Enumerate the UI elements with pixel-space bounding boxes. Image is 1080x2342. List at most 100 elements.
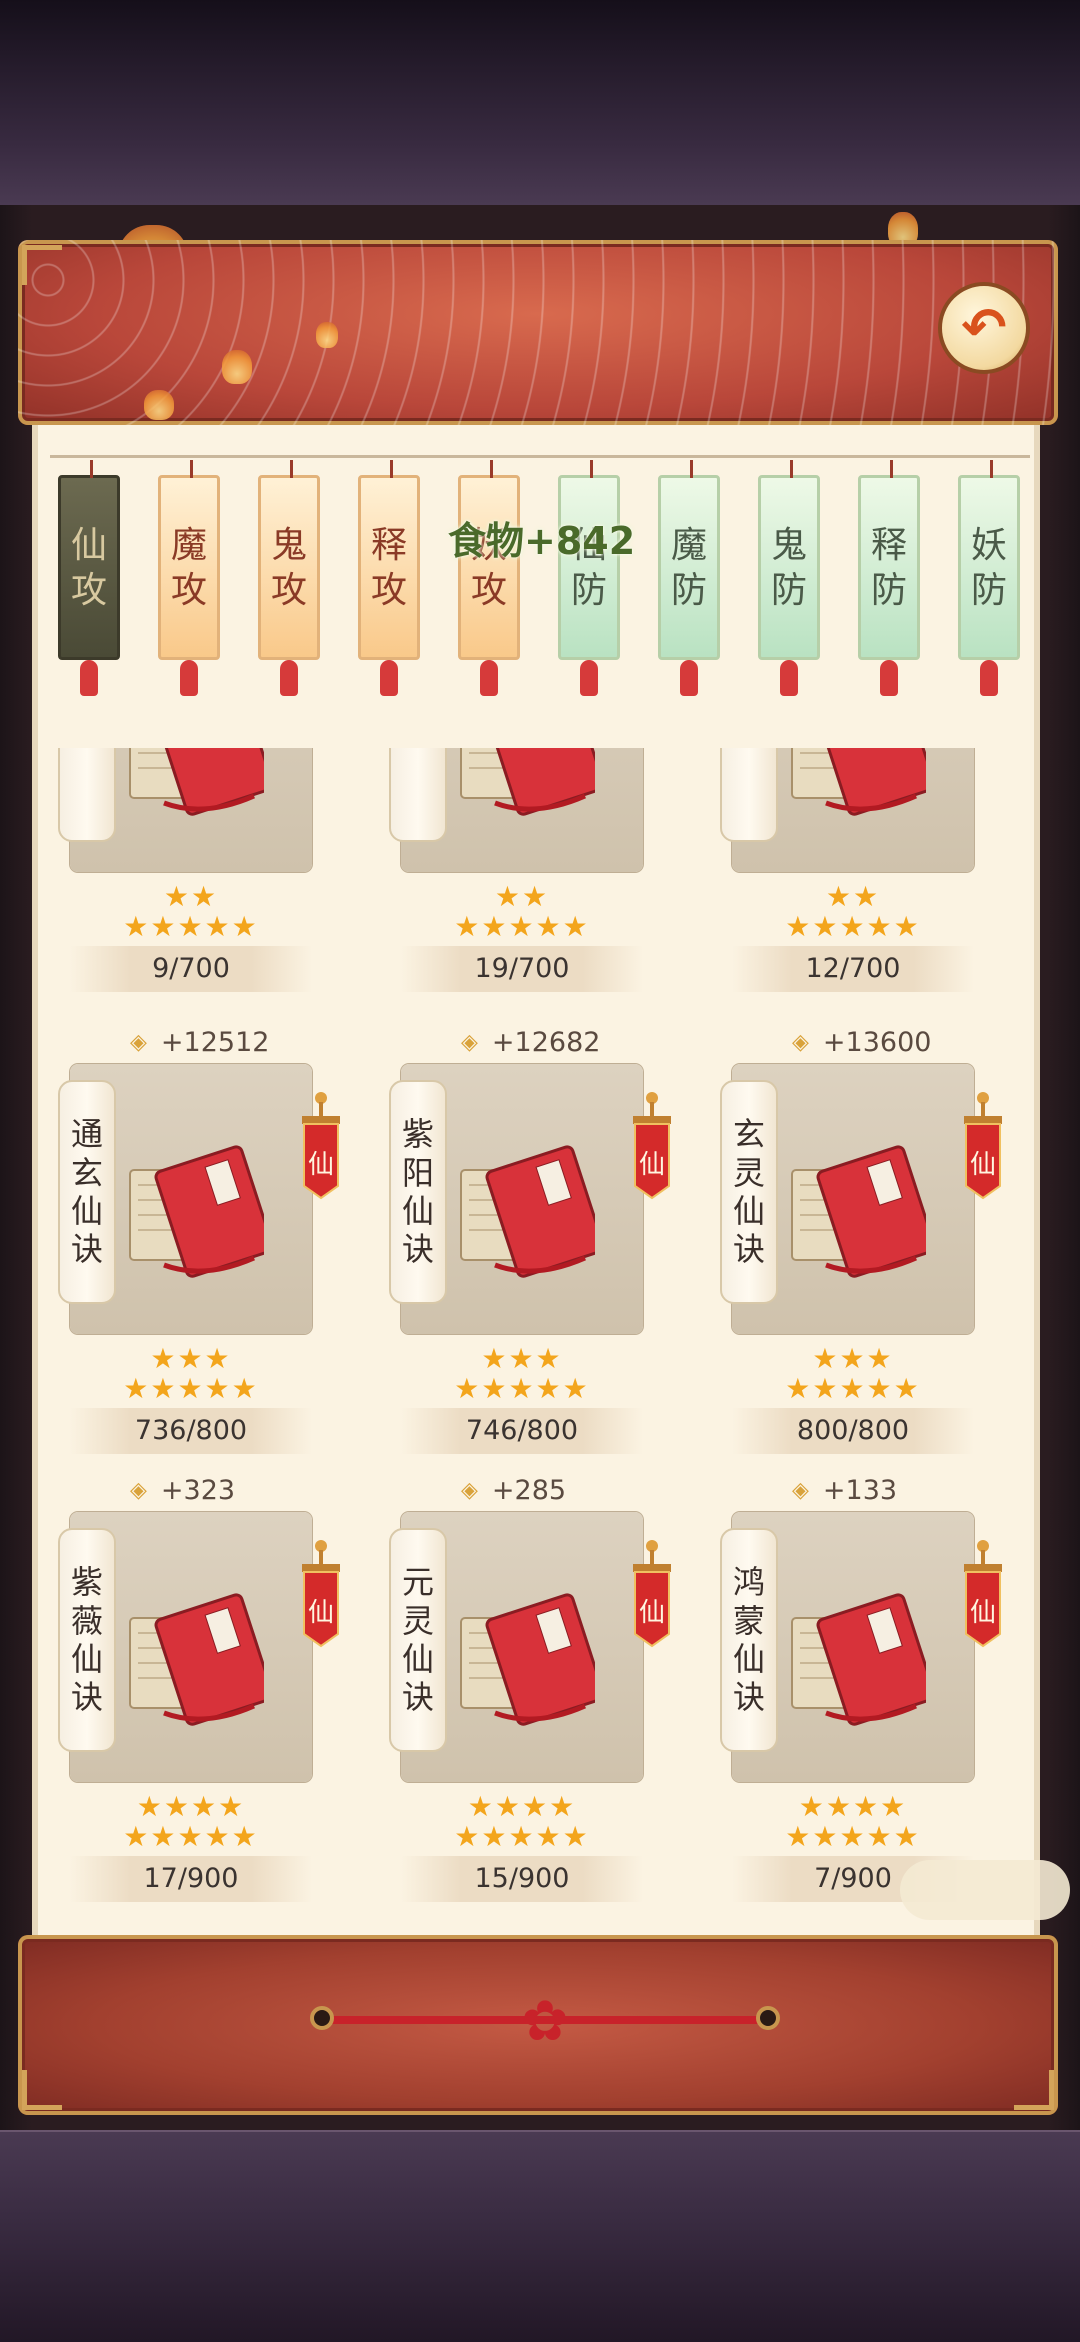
book-name-char: 仙 xyxy=(401,1640,434,1678)
star-rank-top: ★★ xyxy=(825,880,881,913)
book-icon xyxy=(791,748,926,816)
tassel-icon xyxy=(180,660,198,696)
book-name-scroll: 鸿蒙仙诀 xyxy=(720,1528,778,1752)
banner-text: 仙 xyxy=(969,1150,996,1180)
book-card[interactable]: 诀★★★★★★★12/700 xyxy=(712,748,1012,998)
bottom-background xyxy=(0,2130,1080,2342)
star-rank-bottom: ★★★★★ xyxy=(123,1372,259,1405)
star-rank-bottom: ★★★★★ xyxy=(454,910,590,943)
book-name-scroll: 元灵仙诀 xyxy=(389,1528,447,1752)
book-card[interactable]: 诀★★★★★★★9/700 xyxy=(50,748,350,998)
tab-6[interactable]: 魔防 xyxy=(658,460,720,660)
tab-2[interactable]: 鬼攻 xyxy=(258,460,320,660)
tassel-icon xyxy=(880,660,898,696)
book-card[interactable]: ◈ +13600 玄灵仙诀仙 ★★★ ★★★★★ 800/800 xyxy=(712,1020,1012,1460)
tab-5[interactable]: 仙防 xyxy=(558,460,620,660)
tab-label-bottom: 防 xyxy=(570,569,607,611)
tab-0[interactable]: 仙攻 xyxy=(58,460,120,660)
book-card[interactable]: ◈ +133 鸿蒙仙诀仙 ★★★★ ★★★★★ 7/900 xyxy=(712,1468,1012,1908)
book-name-char: 诀 xyxy=(733,748,765,749)
tassel-icon xyxy=(580,660,598,696)
bonus-value: +133 xyxy=(822,1474,898,1506)
banner-text: 仙 xyxy=(969,1598,996,1628)
tab-label-bottom: 攻 xyxy=(470,569,507,611)
bonus-line: ◈ +285 xyxy=(461,1468,566,1512)
book-name-char: 通 xyxy=(70,1115,103,1154)
food-gain-popup: 食物+842 xyxy=(448,519,636,563)
star-rank-bottom: ★★★★★ xyxy=(785,1820,921,1853)
star-rank-top: ★★ xyxy=(163,880,219,913)
diamond-icon: ◈ xyxy=(130,1029,147,1055)
book-grid: 诀★★★★★★★9/700诀★★★★★★★19/700诀★★★★★★★12/70… xyxy=(50,748,1030,1928)
book-name-char: 元 xyxy=(401,1563,434,1602)
star-rank-top: ★★★★ xyxy=(467,1790,577,1823)
star-rank-top: ★★★ xyxy=(481,1342,563,1375)
bonus-line: ◈ +13600 xyxy=(792,1020,931,1064)
book-card[interactable]: ◈ +12512 通玄仙诀仙 ★★★ ★★★★★ 736/800 xyxy=(50,1020,350,1460)
book-card[interactable]: 诀★★★★★★★19/700 xyxy=(381,748,681,998)
tab-1[interactable]: 魔攻 xyxy=(158,460,220,660)
top-background xyxy=(0,0,1080,207)
book-name-char: 玄 xyxy=(732,1115,765,1154)
book-name-char: 诀 xyxy=(732,1230,765,1269)
bonus-line: ◈ +323 xyxy=(130,1468,235,1512)
tab-8[interactable]: 释防 xyxy=(858,460,920,660)
book-card[interactable]: ◈ +285 元灵仙诀仙 ★★★★ ★★★★★ 15/900 xyxy=(381,1468,681,1908)
tassel-icon xyxy=(280,660,298,696)
bonus-value: +13600 xyxy=(822,1026,932,1058)
book-card[interactable]: ◈ +323 紫薇仙诀仙 ★★★★ ★★★★★ 17/900 xyxy=(50,1468,350,1908)
tassel-icon xyxy=(80,660,98,696)
bonus-line: ◈ +12512 xyxy=(130,1020,269,1064)
book-name-scroll: 通玄仙诀 xyxy=(58,1080,116,1304)
tab-label-bottom: 攻 xyxy=(70,569,107,611)
star-rank-bottom: ★★★★★ xyxy=(123,910,259,943)
back-arrow-icon: ↶ xyxy=(961,296,1007,359)
book-name-char: 薇 xyxy=(70,1601,103,1640)
bonus-value: +285 xyxy=(491,1474,567,1506)
star-rank-bottom: ★★★★★ xyxy=(785,910,921,943)
tab-label-top: 妖 xyxy=(970,524,1007,566)
book-icon xyxy=(460,748,595,816)
book-name-scroll: 紫阳仙诀 xyxy=(389,1080,447,1304)
corner-ornament xyxy=(22,245,62,285)
tassel-icon xyxy=(380,660,398,696)
tab-7[interactable]: 鬼防 xyxy=(758,460,820,660)
corner-ornament xyxy=(22,2070,62,2110)
book-card[interactable]: ◈ +12682 紫阳仙诀仙 ★★★ ★★★★★ 746/800 xyxy=(381,1020,681,1460)
tab-label-top: 释 xyxy=(370,524,407,566)
tab-label-bottom: 攻 xyxy=(270,569,307,611)
book-name-char: 诀 xyxy=(402,748,434,749)
book-name-scroll: 诀 xyxy=(389,748,447,842)
banner-text: 仙 xyxy=(638,1150,665,1180)
star-rank-bottom: ★★★★★ xyxy=(454,1820,590,1853)
book-name-scroll: 紫薇仙诀 xyxy=(58,1528,116,1752)
book-name-char: 鸿 xyxy=(732,1563,765,1602)
tab-4[interactable]: 妖攻 xyxy=(458,460,520,660)
star-rank-top: ★★★★ xyxy=(798,1790,908,1823)
tab-label-top: 魔 xyxy=(670,524,707,566)
book-name-char: 诀 xyxy=(732,1678,765,1717)
diamond-icon: ◈ xyxy=(130,1477,147,1503)
fragment-count: 19/700 xyxy=(401,946,643,992)
tab-3[interactable]: 释攻 xyxy=(358,460,420,660)
tab-9[interactable]: 妖防 xyxy=(958,460,1020,660)
book-name-char: 玄 xyxy=(70,1153,103,1192)
tab-rail xyxy=(50,455,1030,458)
fragment-count: 9/700 xyxy=(70,946,312,992)
fragment-count: 746/800 xyxy=(401,1408,643,1454)
scroll-header xyxy=(18,240,1058,425)
back-button[interactable]: ↶ xyxy=(938,282,1030,374)
banner-text: 仙 xyxy=(638,1598,665,1628)
star-rank-top: ★★ xyxy=(494,880,550,913)
diamond-icon: ◈ xyxy=(461,1029,478,1055)
tassel-icon xyxy=(680,660,698,696)
book-name-char: 阳 xyxy=(401,1153,434,1192)
star-rank-bottom: ★★★★★ xyxy=(785,1372,921,1405)
banner-text: 仙 xyxy=(307,1598,334,1628)
book-name-char: 蒙 xyxy=(732,1601,765,1640)
book-name-char: 诀 xyxy=(70,1230,103,1269)
fragment-count: 12/700 xyxy=(732,946,974,992)
cloud-ornament xyxy=(900,1860,1070,1920)
star-rank-top: ★★★ xyxy=(150,1342,232,1375)
diamond-icon: ◈ xyxy=(792,1477,809,1503)
